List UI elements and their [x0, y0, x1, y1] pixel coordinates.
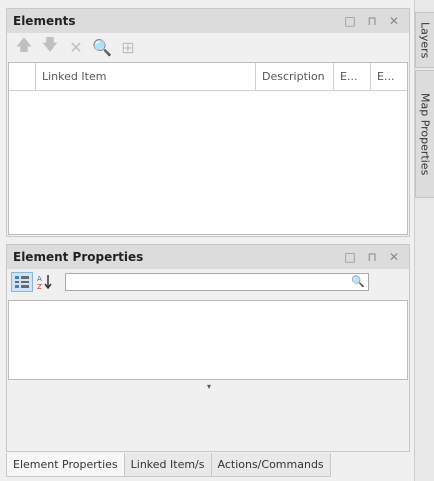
tab-element-properties[interactable]: Element Properties [6, 453, 125, 477]
sort-az-icon[interactable]: A Z [33, 272, 57, 292]
grid-column-linked-item[interactable]: Linked Item [36, 63, 256, 90]
element-properties-panel: Element Properties □ ⊓ ✕ A Z 🔍 ▾ [6, 244, 410, 452]
arrow-up-icon[interactable]: 🡅 [11, 35, 37, 58]
property-grid[interactable] [8, 300, 408, 380]
elements-grid[interactable]: Linked Item Description E... E... [8, 62, 408, 235]
elements-toolbar: 🡅 🡇 ✕ 🔍 ⊞ [7, 33, 409, 61]
side-tab-map-properties-label: Map Properties [418, 92, 432, 176]
elements-panel: Elements □ ⊓ ✕ 🡅 🡇 ✕ 🔍 ⊞ Linked Item Des… [6, 8, 410, 237]
maximize-icon[interactable]: □ [341, 248, 359, 266]
properties-panel-header: Element Properties □ ⊓ ✕ [7, 245, 409, 269]
elements-panel-title: Elements [13, 14, 76, 28]
grid-column-indicator[interactable] [9, 63, 36, 90]
properties-search-input[interactable] [66, 274, 354, 290]
grid-column-e2[interactable]: E... [371, 63, 407, 90]
side-tab-layers[interactable]: Layers [415, 12, 434, 68]
close-icon[interactable]: ✕ [385, 12, 403, 30]
bottom-tab-strip: Element Properties Linked Item/s Actions… [6, 453, 331, 477]
grid-icon[interactable]: ⊞ [115, 36, 141, 58]
properties-toolbar: A Z 🔍 [7, 269, 409, 295]
grid-column-description[interactable]: Description [256, 63, 334, 90]
side-tab-strip: Layers Map Properties [414, 0, 434, 481]
grid-column-e1[interactable]: E... [334, 63, 371, 90]
svg-text:A: A [37, 275, 42, 283]
delete-icon[interactable]: ✕ [63, 36, 89, 58]
pin-icon[interactable]: ⊓ [363, 12, 381, 30]
properties-panel-title: Element Properties [13, 250, 144, 264]
side-tab-map-properties[interactable]: Map Properties [415, 70, 434, 198]
elements-panel-header: Elements □ ⊓ ✕ [7, 9, 409, 33]
pin-icon[interactable]: ⊓ [363, 248, 381, 266]
collapse-handle[interactable]: ▾ [203, 382, 215, 391]
binoculars-icon[interactable]: 🔍 [89, 36, 115, 58]
tab-linked-items[interactable]: Linked Item/s [123, 453, 212, 477]
properties-search-box: 🔍 [65, 273, 369, 291]
svg-text:Z: Z [37, 283, 42, 290]
maximize-icon[interactable]: □ [341, 12, 359, 30]
close-icon[interactable]: ✕ [385, 248, 403, 266]
arrow-down-icon[interactable]: 🡇 [37, 35, 63, 58]
tab-actions-commands[interactable]: Actions/Commands [210, 453, 331, 477]
categorized-icon[interactable] [11, 272, 33, 292]
side-tab-layers-label: Layers [418, 21, 432, 59]
search-icon[interactable]: 🔍 [351, 275, 365, 288]
elements-grid-header: Linked Item Description E... E... [9, 63, 407, 91]
